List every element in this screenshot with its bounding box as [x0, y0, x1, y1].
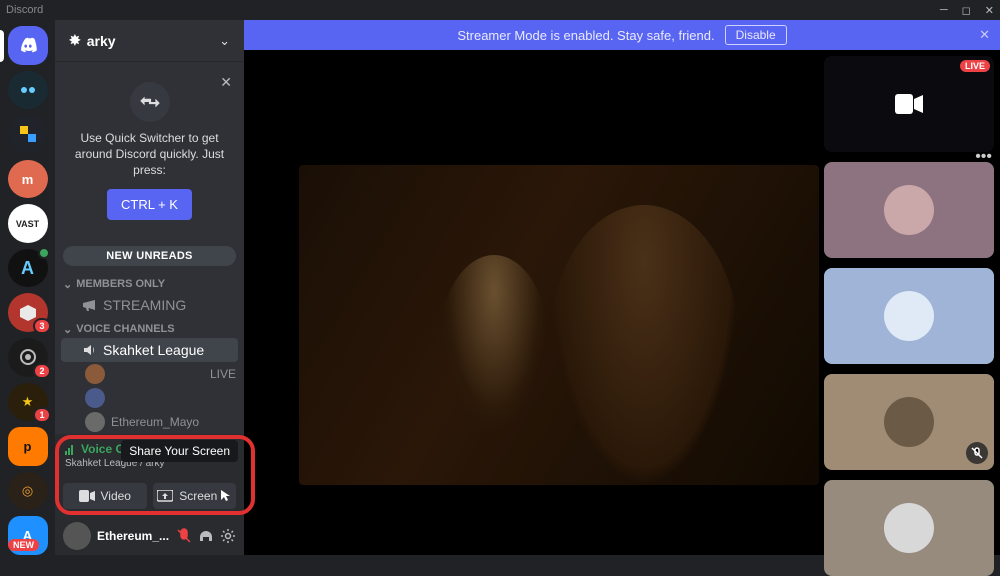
- server-p[interactable]: p: [8, 427, 48, 466]
- channel-sidebar: ✸ arky ⌄ ✕ Use Quick Switcher to get arou…: [55, 20, 244, 555]
- discord-icon: [17, 34, 39, 56]
- server-name: arky: [87, 33, 116, 49]
- share-screen-tooltip: Share Your Screen: [121, 440, 238, 462]
- signal-icon: [65, 443, 77, 455]
- app-title: Discord: [6, 4, 43, 16]
- puzzle-icon: [17, 123, 39, 145]
- video-stage[interactable]: LIVE •••: [244, 50, 1000, 555]
- mic-mute-icon: [966, 442, 988, 464]
- unread-badge: 2: [33, 363, 50, 379]
- server-list: m VAST A 3 2 ★ 1 p ◎ A NEW: [0, 20, 55, 555]
- announcement-icon: [81, 297, 97, 313]
- participant-tile[interactable]: [824, 162, 994, 258]
- avatar[interactable]: [63, 522, 91, 550]
- vc-member[interactable]: [55, 386, 244, 410]
- video-button[interactable]: Video: [63, 483, 147, 509]
- banner-disable-button[interactable]: Disable: [725, 25, 787, 45]
- server-hex[interactable]: 3: [8, 293, 48, 332]
- unread-badge: 3: [33, 318, 50, 334]
- avatar: [884, 503, 934, 553]
- video-icon: [895, 94, 923, 114]
- video-figure: [549, 205, 739, 485]
- avatar: [85, 412, 105, 432]
- chevron-down-icon: ⌄: [219, 33, 230, 49]
- server-bot[interactable]: [8, 71, 48, 110]
- robot-icon: [17, 79, 39, 101]
- status-dot: [38, 247, 50, 259]
- quick-switcher-button[interactable]: CTRL + K: [107, 189, 192, 220]
- avatar: [884, 291, 934, 341]
- video-figure: [439, 255, 549, 435]
- close-icon[interactable]: ✕: [220, 74, 232, 91]
- server-puzzle[interactable]: [8, 115, 48, 154]
- new-unreads-pill[interactable]: NEW UNREADS: [63, 246, 236, 266]
- window-maximize[interactable]: ◻: [962, 4, 971, 17]
- speaker-icon: [81, 342, 97, 358]
- chevron-down-icon: ⌄: [63, 278, 72, 291]
- server-vast[interactable]: VAST: [8, 204, 48, 243]
- participant-tiles: LIVE •••: [824, 56, 994, 576]
- swap-icon: [130, 82, 170, 122]
- voice-channel-skahket[interactable]: Skahket League: [61, 338, 238, 362]
- avatar: [85, 364, 105, 384]
- live-badge: LIVE: [210, 367, 236, 381]
- screen-share-icon: [157, 490, 173, 502]
- settings-icon[interactable]: [220, 528, 236, 544]
- quick-switcher-text: Use Quick Switcher to get around Discord…: [73, 130, 226, 179]
- category-voice[interactable]: ⌄VOICE CHANNELS: [55, 317, 244, 338]
- voice-panel: Voice Connected Skahket League / arky Sh…: [55, 434, 244, 517]
- new-pill: NEW: [8, 539, 39, 551]
- banner-text: Streamer Mode is enabled. Stay safe, fri…: [457, 28, 714, 43]
- vc-member[interactable]: Ethereum_Mayo: [55, 410, 244, 434]
- vc-member[interactable]: LIVE: [55, 362, 244, 386]
- quick-switcher-tip: ✕ Use Quick Switcher to get around Disco…: [63, 70, 236, 232]
- window-minimize[interactable]: ─: [940, 4, 948, 17]
- unread-badge: 1: [33, 407, 50, 423]
- server-gears[interactable]: ◎: [8, 472, 48, 511]
- screen-button[interactable]: Screen: [153, 483, 237, 509]
- participant-tile[interactable]: [824, 374, 994, 470]
- server-header[interactable]: ✸ arky ⌄: [55, 20, 244, 62]
- verified-icon: ✸: [69, 32, 81, 49]
- mic-mute-icon[interactable]: [176, 528, 192, 544]
- avatar: [884, 185, 934, 235]
- vc-member-name: Ethereum_Mayo: [111, 415, 199, 429]
- video-icon: [79, 490, 95, 502]
- server-a[interactable]: A: [8, 249, 48, 288]
- window-close[interactable]: ✕: [985, 4, 994, 17]
- participant-tile[interactable]: [824, 480, 994, 576]
- live-badge: LIVE: [960, 60, 990, 72]
- participant-tile[interactable]: LIVE •••: [824, 56, 994, 152]
- participant-tile[interactable]: [824, 268, 994, 364]
- main-area: Streamer Mode is enabled. Stay safe, fri…: [244, 20, 1000, 555]
- close-icon[interactable]: ✕: [979, 27, 990, 43]
- deafen-icon[interactable]: [198, 528, 214, 544]
- home-button[interactable]: [8, 26, 48, 65]
- server-m[interactable]: m: [8, 160, 48, 199]
- streamer-mode-banner: Streamer Mode is enabled. Stay safe, fri…: [244, 20, 1000, 50]
- user-area: Ethereum_...: [55, 517, 244, 555]
- avatar: [884, 397, 934, 447]
- channel-streaming[interactable]: STREAMING: [61, 293, 238, 317]
- main-stream-video[interactable]: [299, 165, 819, 485]
- server-star[interactable]: ★ 1: [8, 383, 48, 422]
- username: Ethereum_...: [97, 529, 170, 543]
- avatar: [85, 388, 105, 408]
- cursor-icon: [221, 490, 231, 502]
- server-obs[interactable]: 2: [8, 338, 48, 377]
- category-members-only[interactable]: ⌄MEMBERS ONLY: [55, 272, 244, 293]
- chevron-down-icon: ⌄: [63, 323, 72, 336]
